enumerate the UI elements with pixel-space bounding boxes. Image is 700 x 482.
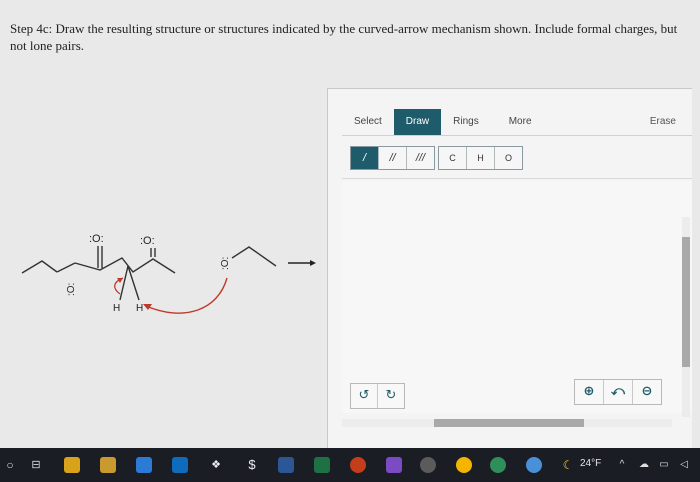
structure-editor: Select Draw Rings More Erase / // /// C …	[327, 88, 692, 450]
ethyl-bond-left	[21, 260, 58, 274]
taskbar: ○ ⊟ ❖ $ ☾ 24°F ^ ☁ ▭ ◁	[0, 448, 700, 482]
vertical-scrollbar[interactable]	[682, 217, 690, 417]
triple-bond-button[interactable]: ///	[407, 147, 434, 169]
atom-oxygen-button[interactable]: O	[495, 147, 522, 169]
chrome-profile-icon[interactable]	[490, 457, 506, 473]
double-bond-button[interactable]: //	[379, 147, 407, 169]
mech-arrow-base-head	[143, 304, 152, 310]
tab-select[interactable]: Select	[342, 109, 394, 135]
erase-button[interactable]: Erase	[650, 109, 676, 135]
tab-draw[interactable]: Draw	[393, 109, 442, 135]
help-icon[interactable]	[526, 457, 542, 473]
app-icon[interactable]	[386, 457, 402, 473]
search-icon[interactable]: ○	[2, 457, 18, 473]
tab-more[interactable]: More	[497, 109, 544, 135]
hydrogen-left: H	[113, 303, 120, 314]
hydrogen-right: H	[136, 303, 143, 314]
tool-strip: / // /// C H O	[342, 135, 692, 179]
zoom-in-icon[interactable]: ⊕	[575, 380, 604, 404]
file-explorer-icon[interactable]	[64, 457, 80, 473]
question-text: Step 4c: Draw the resulting structure or…	[10, 21, 678, 53]
atom-carbon-button[interactable]: C	[439, 147, 467, 169]
mech-arrow-base	[145, 277, 228, 314]
alkoxide-chain	[231, 246, 277, 267]
word-icon[interactable]	[278, 457, 294, 473]
outlook-icon[interactable]	[172, 457, 188, 473]
vertical-scroll-thumb[interactable]	[682, 237, 690, 367]
alpha-h-bond-left	[119, 265, 129, 301]
mail-icon[interactable]	[136, 457, 152, 473]
undo-icon[interactable]: ↺	[351, 384, 378, 408]
ester-oxygen: :O:	[66, 283, 77, 296]
carbonyl-oxygen-right: :O:	[140, 235, 155, 247]
atom-hydrogen-button[interactable]: H	[467, 147, 495, 169]
zoom-reset-icon[interactable]: ⤺	[604, 380, 633, 404]
carbonyl-oxygen-left: :O:	[89, 233, 104, 245]
mechanism-svg: :O: :O: :O: H H :O:	[21, 233, 316, 314]
alkoxide-oxygen: :O:	[220, 257, 231, 270]
task-view-icon[interactable]: ⊟	[28, 457, 44, 473]
temperature-label: 24°F	[580, 458, 602, 469]
chrome-icon[interactable]	[456, 457, 472, 473]
excel-icon[interactable]	[314, 457, 330, 473]
battery-icon: ▭	[659, 459, 669, 470]
weather-moon-icon: ☾	[562, 458, 574, 472]
cloud-icon[interactable]: ☁	[636, 457, 652, 473]
zoom-controls: ⊕ ⤺ ⊖	[574, 379, 662, 405]
speaker-icon[interactable]: ◁	[676, 457, 692, 473]
horizontal-scrollbar[interactable]	[342, 419, 672, 427]
zoom-out-icon[interactable]: ⊖	[633, 380, 661, 404]
screen: Step 4c: Draw the resulting structure or…	[0, 0, 700, 450]
ester-bond	[56, 262, 76, 273]
dropbox-icon[interactable]: ❖	[208, 457, 224, 473]
mechanism-figure: :O: :O: :O: H H :O:	[0, 60, 330, 448]
single-bond-button[interactable]: /	[351, 147, 379, 169]
horizontal-scroll-thumb[interactable]	[434, 419, 584, 427]
editor-tabs: Select Draw Rings More	[342, 109, 544, 135]
dollar-icon[interactable]: $	[244, 457, 260, 473]
reaction-arrow-head	[310, 260, 316, 266]
chevron-up-icon[interactable]: ^	[614, 457, 630, 473]
redo-icon[interactable]: ↻	[378, 384, 404, 408]
main-chain	[74, 257, 176, 274]
steam-icon[interactable]	[420, 457, 436, 473]
bond-tools: / // ///	[350, 146, 435, 170]
powerpoint-icon[interactable]	[350, 457, 366, 473]
folder-icon[interactable]	[100, 457, 116, 473]
tab-rings[interactable]: Rings	[441, 109, 491, 135]
undo-redo-group: ↺ ↻	[350, 383, 405, 409]
atom-tools: C H O	[438, 146, 523, 170]
